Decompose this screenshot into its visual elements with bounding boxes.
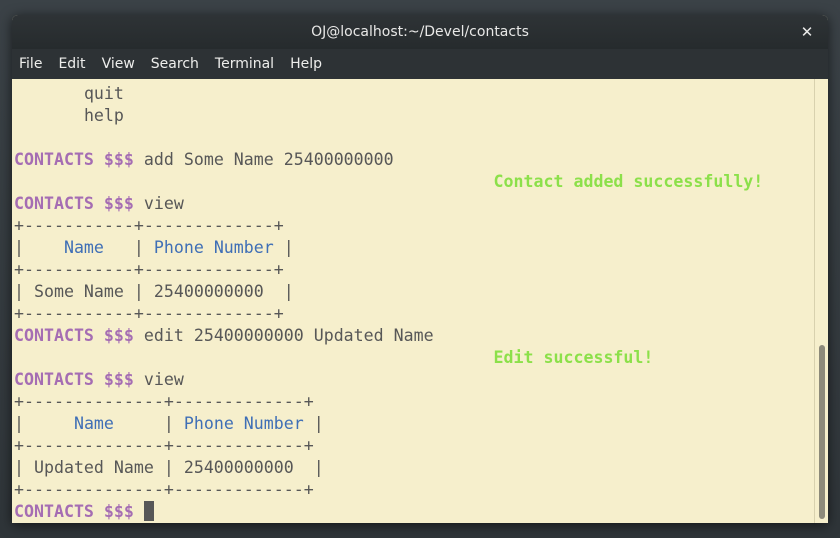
prompt: CONTACTS $$$	[14, 502, 134, 521]
menu-view[interactable]: View	[94, 56, 143, 72]
command-text: view	[133, 370, 184, 389]
menu-search[interactable]: Search	[143, 56, 207, 72]
prompt: CONTACTS $$$	[14, 150, 134, 169]
menu-file[interactable]: File	[12, 56, 50, 72]
table-border: +-----------+-------------+	[14, 216, 284, 235]
window-title: OJ@localhost:~/Devel/contacts	[311, 24, 529, 40]
table-border: +--------------+-------------+	[14, 392, 314, 411]
command-line: CONTACTS $$$ edit 25400000000 Updated Na…	[14, 325, 434, 347]
command-line: CONTACTS $$$ view	[14, 369, 184, 391]
column-header-name: Name	[63, 238, 104, 257]
help-item: quit	[83, 84, 124, 103]
terminal-window: OJ@localhost:~/Devel/contacts ✕ File Edi…	[12, 15, 828, 523]
title-bar[interactable]: OJ@localhost:~/Devel/contacts ✕	[12, 15, 828, 49]
output-line: quit	[14, 83, 124, 105]
scrollbar-thumb[interactable]	[819, 345, 825, 519]
command-line: CONTACTS $$$ add Some Name 25400000000	[14, 149, 394, 171]
vertical-scrollbar[interactable]	[814, 79, 828, 523]
output-line: help	[14, 105, 124, 127]
table-border: +--------------+-------------+	[14, 436, 314, 455]
table-border: +-----------+-------------+	[14, 304, 284, 323]
prompt: CONTACTS $$$	[14, 194, 134, 213]
table-header-row: | Name | Phone Number |	[14, 238, 294, 257]
success-message: Edit successful!	[493, 348, 654, 367]
column-header-phone: Phone Number	[153, 238, 274, 257]
table-border: +--------------+-------------+	[14, 480, 314, 499]
table-row: | Updated Name | 25400000000 |	[14, 458, 324, 477]
table-row: | Some Name | 25400000000 |	[14, 282, 294, 301]
prompt: CONTACTS $$$	[14, 326, 134, 345]
menu-bar: File Edit View Search Terminal Help	[12, 49, 828, 80]
command-text: add Some Name 25400000000	[133, 150, 394, 169]
prompt: CONTACTS $$$	[14, 370, 134, 389]
menu-terminal[interactable]: Terminal	[207, 56, 282, 72]
status-line: Edit successful!	[14, 347, 654, 369]
menu-help[interactable]: Help	[282, 56, 330, 72]
status-line: Contact added successfully!	[14, 171, 764, 193]
command-text: view	[133, 194, 184, 213]
help-item: help	[83, 106, 124, 125]
command-input[interactable]	[134, 502, 144, 521]
table-header-row: | Name | Phone Number |	[14, 414, 324, 433]
column-header-name: Name	[73, 414, 114, 433]
table-border: +-----------+-------------+	[14, 260, 284, 279]
success-message: Contact added successfully!	[493, 172, 764, 191]
column-header-phone: Phone Number	[183, 414, 304, 433]
terminal-output[interactable]: quit help CONTACTS $$$ add Some Name 254…	[12, 79, 815, 523]
command-text: edit 25400000000 Updated Name	[133, 326, 434, 345]
command-line: CONTACTS $$$ view	[14, 193, 184, 215]
close-icon[interactable]: ✕	[798, 23, 816, 41]
menu-edit[interactable]: Edit	[50, 56, 93, 72]
command-line[interactable]: CONTACTS $$$	[14, 501, 154, 523]
text-cursor	[143, 501, 154, 521]
